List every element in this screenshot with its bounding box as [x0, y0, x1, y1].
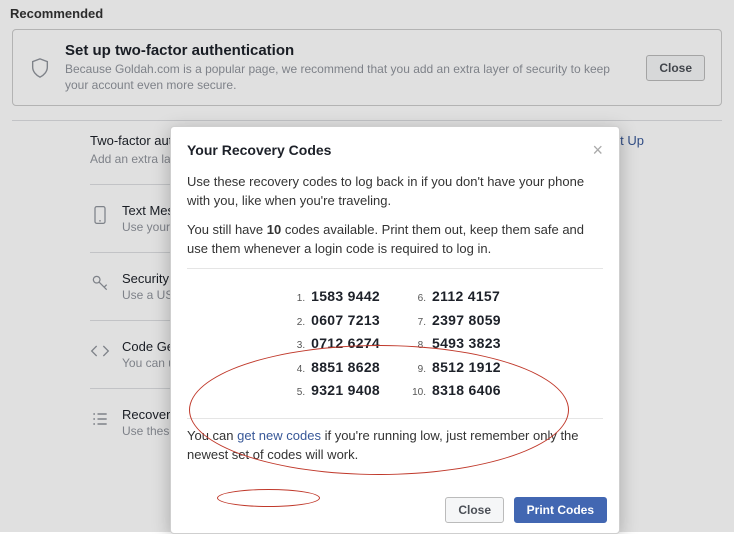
recovery-code-item: 10.8318 6406: [410, 380, 501, 401]
key-icon: [90, 273, 110, 293]
recovery-code-item: 8.5493 3823: [410, 333, 501, 354]
recovery-code-item: 2.0607 7213: [289, 310, 380, 331]
recovery-code-item: 6.2112 4157: [410, 286, 501, 307]
banner-subtitle: Because Goldah.com is a popular page, we…: [65, 61, 632, 93]
shield-icon: [29, 57, 51, 79]
recovery-code-item: 3.0712 6274: [289, 333, 380, 354]
recovery-code-item: 1.1583 9442: [289, 286, 380, 307]
recovery-code-item: 9.8512 1912: [410, 357, 501, 378]
print-codes-button[interactable]: Print Codes: [514, 497, 607, 523]
get-new-codes-link[interactable]: get new codes: [237, 428, 321, 443]
banner-close-button[interactable]: Close: [646, 55, 705, 81]
recovery-code-item: 5.9321 9408: [289, 380, 380, 401]
modal-footer-text: You can get new codes if you're running …: [187, 427, 603, 465]
phone-icon: [90, 205, 110, 225]
modal-intro-text: Use these recovery codes to log back in …: [187, 173, 603, 211]
recovery-codes-list: 1.1583 9442 2.0607 72133.0712 6274 4.8851 …: [187, 277, 603, 410]
modal-availability-text: You still have 10 codes available. Print…: [187, 221, 603, 259]
code-icon: [90, 341, 110, 361]
banner-title: Set up two-factor authentication: [65, 42, 632, 59]
modal-title: Your Recovery Codes: [187, 142, 331, 158]
recovery-codes-modal: Your Recovery Codes × Use these recovery…: [170, 126, 620, 534]
recovery-code-item: 7.2397 8059: [410, 310, 501, 331]
list-icon: [90, 409, 110, 429]
security-banner: Set up two-factor authentication Because…: [12, 29, 722, 106]
divider: [12, 120, 722, 121]
close-icon[interactable]: ×: [592, 141, 603, 159]
recovery-code-item: 4.8851 8628: [289, 357, 380, 378]
modal-close-button[interactable]: Close: [445, 497, 504, 523]
recommended-label: Recommended: [0, 0, 734, 25]
